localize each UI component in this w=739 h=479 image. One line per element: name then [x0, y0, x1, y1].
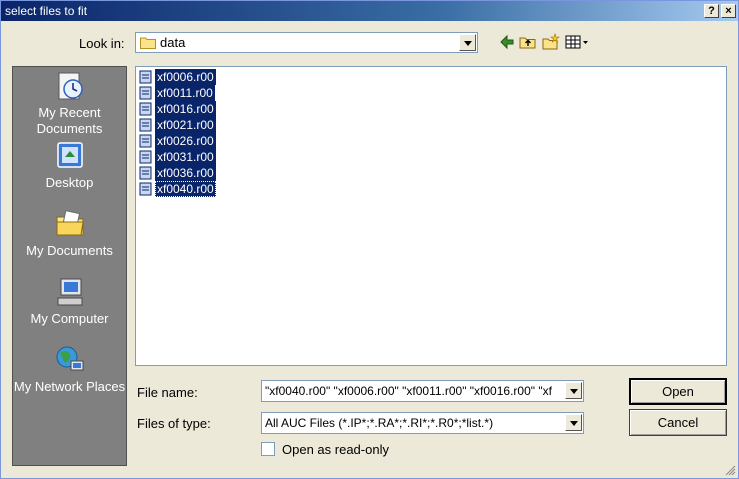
look-in-value: data — [160, 35, 186, 50]
place-label: Desktop — [45, 175, 94, 190]
network-places-icon — [56, 346, 83, 371]
file-icon — [139, 118, 152, 132]
my-documents-icon — [56, 210, 84, 236]
read-only-checkbox[interactable] — [261, 442, 275, 456]
my-computer-icon — [57, 278, 82, 306]
file-open-dialog: select files to fit ? × Look in: data My… — [0, 0, 739, 479]
close-button[interactable]: × — [721, 4, 736, 18]
file-icon — [139, 86, 152, 100]
help-button[interactable]: ? — [704, 4, 719, 18]
view-menu-icon[interactable] — [564, 32, 590, 52]
files-of-type-combo[interactable]: All AUC Files (*.IP*;*.RA*;*.RI*;*.R0*;*… — [261, 412, 584, 434]
place-my-network-places[interactable]: My Network Places — [13, 343, 126, 395]
places-bar: My Recent Documents Desktop My Documents — [12, 66, 127, 466]
file-icon — [139, 70, 152, 84]
look-in-combo[interactable]: data — [135, 32, 478, 53]
cancel-button[interactable]: Cancel — [629, 409, 727, 436]
back-icon[interactable] — [497, 32, 517, 52]
place-label: My Computer — [30, 311, 109, 326]
desktop-icon — [56, 142, 83, 168]
place-my-computer[interactable]: My Computer — [13, 275, 126, 327]
file-name: xf0031.r00 — [155, 149, 216, 165]
read-only-label[interactable]: Open as read-only — [282, 442, 389, 457]
file-name: xf0040.r00 — [155, 181, 216, 197]
place-label: My Recent Documents — [36, 105, 103, 136]
look-in-label: Look in: — [79, 36, 125, 51]
file-name-combo[interactable]: "xf0040.r00" "xf0006.r00" "xf0011.r00" "… — [261, 380, 584, 402]
file-name: xf0021.r00 — [155, 117, 216, 133]
up-folder-icon[interactable] — [518, 32, 538, 52]
file-name: xf0016.r00 — [155, 101, 216, 117]
file-list[interactable]: xf0006.r00 xf0011.r00 xf0016.r00 xf0021.… — [135, 66, 727, 366]
file-name-value: "xf0040.r00" "xf0006.r00" "xf0011.r00" "… — [265, 384, 552, 398]
place-label: My Documents — [26, 243, 113, 258]
file-icon — [139, 166, 152, 180]
files-of-type-value: All AUC Files (*.IP*;*.RA*;*.RI*;*.R0*;*… — [265, 416, 494, 430]
place-desktop[interactable]: Desktop — [13, 139, 126, 191]
file-name-dropdown-button[interactable] — [565, 382, 582, 399]
file-icon — [139, 102, 152, 116]
place-my-documents[interactable]: My Documents — [13, 207, 126, 259]
file-icon — [139, 182, 152, 196]
file-icon — [139, 150, 152, 164]
resize-grip-icon[interactable] — [724, 464, 736, 476]
dialog-title: select files to fit — [5, 4, 88, 18]
open-button[interactable]: Open — [629, 378, 727, 405]
folder-icon — [140, 37, 156, 49]
look-in-dropdown-button[interactable] — [459, 34, 476, 51]
place-my-recent-documents[interactable]: My Recent Documents — [13, 69, 126, 137]
file-name: xf0026.r00 — [155, 133, 216, 149]
place-label: My Network Places — [13, 379, 126, 394]
files-of-type-dropdown-button[interactable] — [565, 414, 582, 431]
files-of-type-label: Files of type: — [137, 416, 211, 431]
file-name: xf0036.r00 — [155, 165, 216, 181]
recent-documents-icon — [58, 72, 83, 100]
file-name: xf0006.r00 — [155, 69, 216, 85]
title-bar[interactable]: select files to fit — [1, 1, 738, 21]
file-icon — [139, 134, 152, 148]
new-folder-icon[interactable] — [541, 32, 561, 52]
file-name-label: File name: — [137, 385, 198, 400]
file-name: xf0011.r00 — [155, 85, 215, 101]
